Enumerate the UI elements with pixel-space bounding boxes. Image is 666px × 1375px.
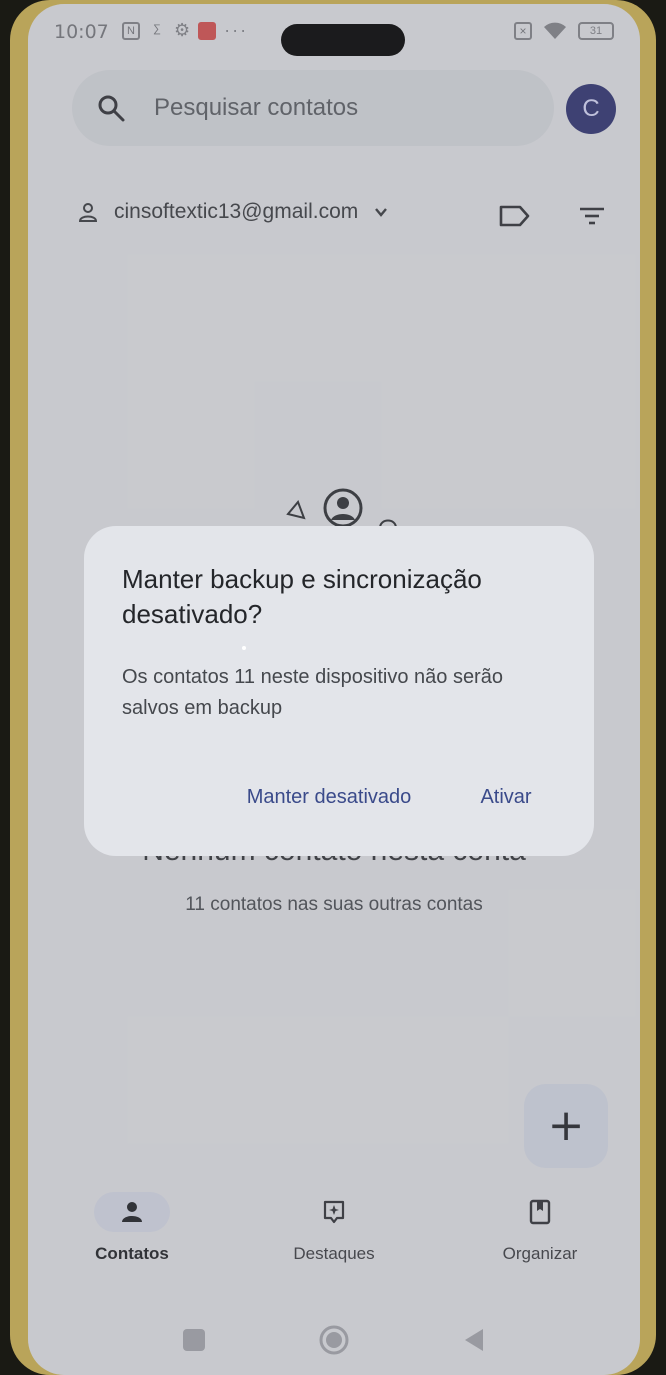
dialog-body: Os contatos 11 neste dispositivo não ser… [122, 666, 503, 719]
screen: 10:07 N ∑ ⚙ ··· × 31 Pesquisar contatos … [28, 4, 640, 1375]
turn-on-button[interactable]: Ativar [470, 776, 542, 818]
dialog-dot [242, 646, 246, 650]
backup-dialog: Manter backup e sincronização desativado… [84, 526, 594, 856]
dialog-title: Manter backup e sincronização desativado… [122, 564, 482, 629]
keep-off-button[interactable]: Manter desativado [214, 776, 444, 818]
phone-frame: 10:07 N ∑ ⚙ ··· × 31 Pesquisar contatos … [10, 0, 656, 1375]
